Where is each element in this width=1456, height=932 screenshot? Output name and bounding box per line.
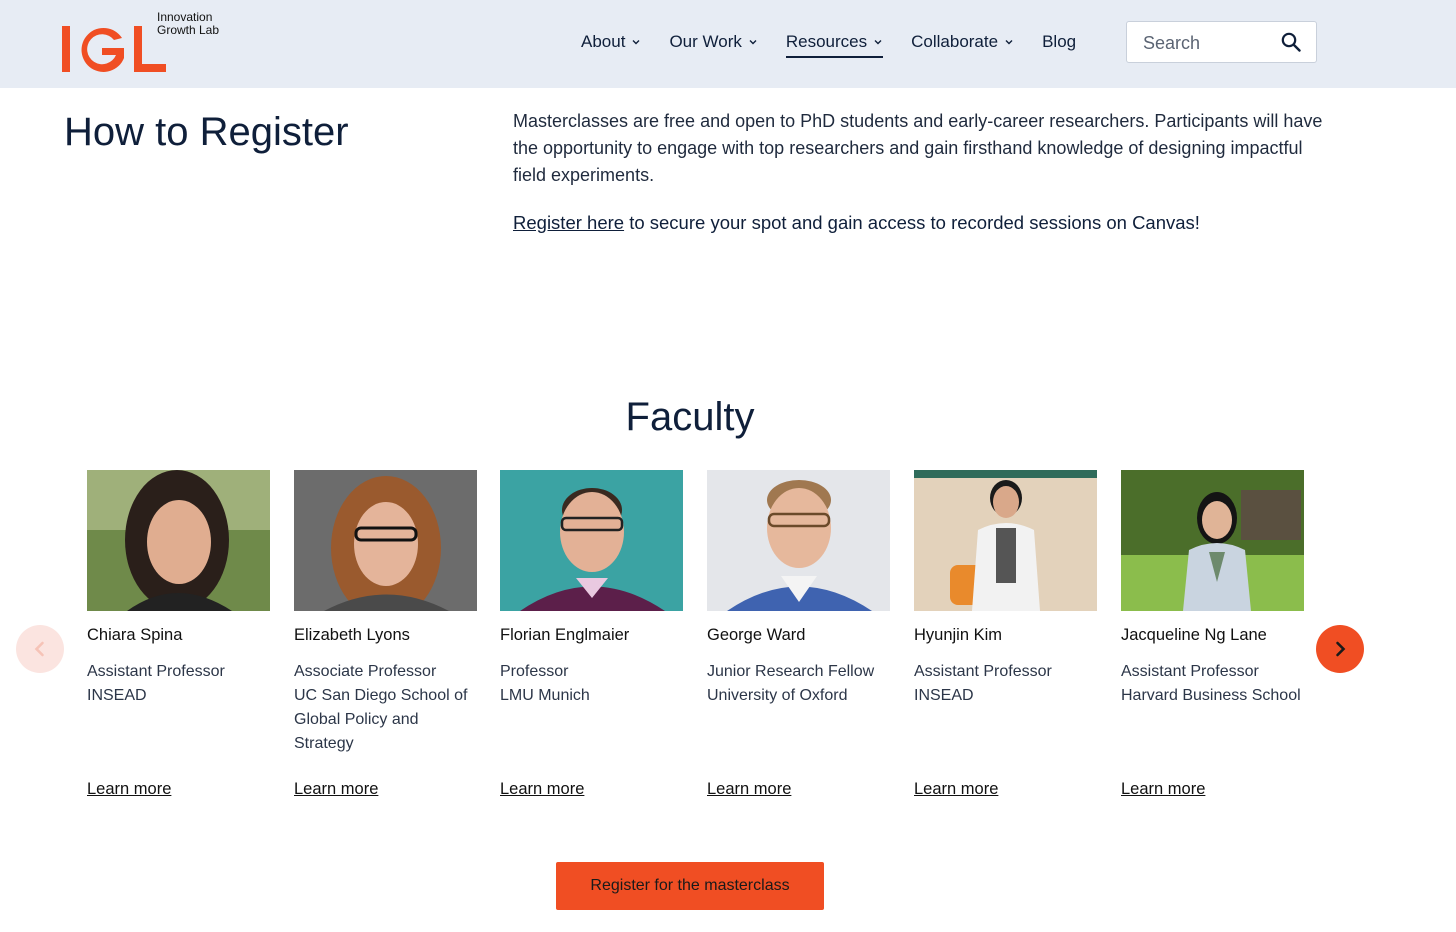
faculty-role: Assistant Professor INSEAD: [914, 660, 1100, 708]
faculty-name: Florian Englmaier: [500, 626, 630, 644]
igl-logo-mark-icon: [62, 26, 166, 72]
chevron-down-icon: [749, 40, 757, 45]
faculty-card: George Ward Junior Research Fellow Unive…: [707, 470, 890, 798]
nav-our-work-label: Our Work: [669, 32, 742, 51]
faculty-photo: [707, 470, 890, 611]
logo-wordmark: Innovation Growth Lab: [157, 11, 219, 37]
faculty-photo: [1121, 470, 1304, 611]
nav-about[interactable]: About: [581, 28, 641, 56]
logo-line-2: Growth Lab: [157, 23, 220, 37]
nav-resources[interactable]: Resources: [785, 28, 884, 58]
site-header: Innovation Growth Lab About Our Work Res…: [0, 0, 1456, 88]
learn-more-link[interactable]: Learn more: [707, 780, 791, 799]
register-cta-text: to secure your spot and gain access to r…: [624, 212, 1200, 233]
nav-our-work[interactable]: Our Work: [669, 28, 757, 56]
faculty-role: Assistant Professor Harvard Business Sch…: [1121, 660, 1307, 708]
carousel-prev-button[interactable]: [16, 625, 64, 673]
faculty-title: Assistant Professor: [914, 663, 1052, 680]
faculty-name: Hyunjin Kim: [914, 626, 1003, 644]
faculty-name: Chiara Spina: [87, 626, 183, 644]
chevron-down-icon: [874, 40, 882, 45]
nav-collaborate-label: Collaborate: [911, 32, 999, 51]
nav-blog[interactable]: Blog: [1042, 28, 1076, 56]
search-icon[interactable]: [1281, 32, 1301, 52]
faculty-card: Chiara Spina Assistant Professor INSEAD …: [87, 470, 270, 798]
learn-more-link[interactable]: Learn more: [294, 780, 378, 799]
faculty-org: University of Oxford: [707, 687, 848, 704]
learn-more-link[interactable]: Learn more: [87, 780, 171, 799]
register-masterclass-button[interactable]: Register for the masterclass: [556, 862, 824, 910]
faculty-heading: Faculty: [625, 395, 755, 439]
faculty-org: LMU Munich: [500, 687, 590, 704]
main-nav: About Our Work Resources Collaborate Blo…: [581, 28, 1104, 58]
learn-more-link[interactable]: Learn more: [914, 780, 998, 799]
faculty-title: Assistant Professor: [87, 663, 225, 680]
chevron-down-icon: [632, 40, 640, 45]
faculty-title: Associate Professor: [294, 663, 437, 680]
carousel-next-button[interactable]: [1316, 625, 1364, 673]
chevron-left-icon: [34, 641, 44, 657]
register-cta-line: Register here to secure your spot and ga…: [513, 212, 1200, 234]
igl-logo[interactable]: Innovation Growth Lab: [62, 10, 242, 74]
faculty-card: Hyunjin Kim Assistant Professor INSEAD L…: [914, 470, 1097, 798]
register-here-link[interactable]: Register here: [513, 212, 624, 233]
search-input[interactable]: [1141, 30, 1275, 56]
faculty-name: George Ward: [707, 626, 806, 644]
faculty-role: Professor LMU Munich: [500, 660, 686, 708]
faculty-role: Assistant Professor INSEAD: [87, 660, 273, 708]
faculty-card: Jacqueline Ng Lane Assistant Professor H…: [1121, 470, 1304, 798]
faculty-photo: [500, 470, 683, 611]
faculty-card: Elizabeth Lyons Associate Professor UC S…: [294, 470, 477, 798]
learn-more-link[interactable]: Learn more: [1121, 780, 1205, 799]
faculty-card: Florian Englmaier Professor LMU Munich L…: [500, 470, 683, 798]
faculty-photo: [294, 470, 477, 611]
faculty-title: Professor: [500, 663, 569, 680]
nav-collaborate[interactable]: Collaborate: [911, 28, 1014, 56]
faculty-org: INSEAD: [87, 687, 147, 704]
nav-resources-label: Resources: [785, 32, 868, 51]
faculty-name: Elizabeth Lyons: [294, 626, 410, 644]
faculty-org: UC San Diego School of Global Policy and…: [294, 687, 468, 752]
learn-more-link[interactable]: Learn more: [500, 780, 584, 799]
nav-blog-label: Blog: [1042, 32, 1077, 51]
faculty-role: Junior Research Fellow University of Oxf…: [707, 660, 893, 708]
register-heading: How to Register: [64, 110, 349, 154]
chevron-down-icon: [1005, 40, 1013, 45]
faculty-photo: [914, 470, 1097, 611]
faculty-name: Jacqueline Ng Lane: [1121, 626, 1267, 644]
faculty-title: Assistant Professor: [1121, 663, 1259, 680]
register-description: Masterclasses are free and open to PhD s…: [513, 111, 1323, 185]
faculty-title: Junior Research Fellow: [707, 663, 875, 680]
faculty-photo: [87, 470, 270, 611]
faculty-org: Harvard Business School: [1121, 687, 1301, 704]
faculty-org: INSEAD: [914, 687, 974, 704]
nav-about-label: About: [581, 32, 626, 51]
faculty-role: Associate Professor UC San Diego School …: [294, 660, 480, 756]
search-box: [1126, 21, 1317, 63]
chevron-right-icon: [1336, 641, 1346, 657]
